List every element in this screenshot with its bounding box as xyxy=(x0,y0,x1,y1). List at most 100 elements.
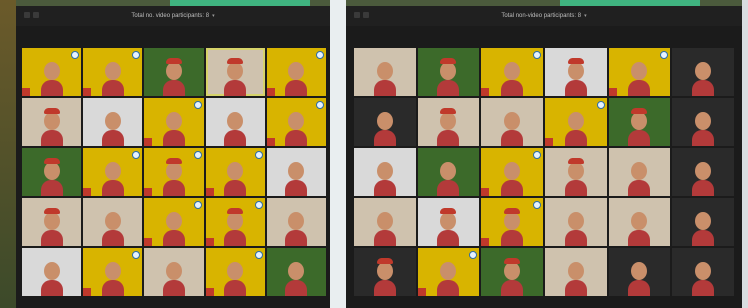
participant-video-tile[interactable] xyxy=(354,48,416,96)
participant-video-tile[interactable] xyxy=(354,198,416,246)
participant-video-tile[interactable] xyxy=(608,148,671,196)
participant-video-tile[interactable] xyxy=(83,148,143,196)
participant-avatar xyxy=(628,262,651,296)
participant-video-tile[interactable] xyxy=(22,198,82,246)
logo-icon xyxy=(316,51,324,59)
participant-video-tile[interactable] xyxy=(417,248,480,296)
logo-icon xyxy=(193,151,202,159)
gift-box-decoration xyxy=(481,188,490,196)
logo-icon xyxy=(132,151,141,159)
participant-video-tile[interactable] xyxy=(144,98,204,146)
participant-video-tile[interactable] xyxy=(22,148,82,196)
participant-video-tile[interactable] xyxy=(205,98,265,146)
participant-video-tile[interactable] xyxy=(354,98,416,146)
participant-video-tile[interactable] xyxy=(354,248,416,296)
participant-video-tile[interactable] xyxy=(672,198,734,246)
participant-video-tile[interactable] xyxy=(608,248,671,296)
window-controls[interactable] xyxy=(24,12,39,18)
participant-video-tile[interactable] xyxy=(417,48,480,96)
head-shape xyxy=(376,112,393,130)
participant-video-tile[interactable] xyxy=(672,48,734,96)
participant-avatar xyxy=(373,112,396,146)
logo-icon xyxy=(533,51,541,59)
chevron-down-icon[interactable]: ▾ xyxy=(212,13,215,19)
participants-count-text: Total no. video participants: 8 xyxy=(131,13,210,19)
participant-avatar xyxy=(40,158,63,196)
head-shape xyxy=(631,162,648,180)
participant-video-tile[interactable] xyxy=(545,198,607,246)
body-shape xyxy=(564,130,587,146)
gift-box-decoration xyxy=(545,138,553,146)
window-controls[interactable] xyxy=(354,12,369,18)
logo-icon xyxy=(660,51,669,59)
participant-video-tile[interactable] xyxy=(266,248,326,296)
participant-avatar xyxy=(40,262,63,296)
body-shape xyxy=(692,230,715,246)
participant-video-tile[interactable] xyxy=(481,98,543,146)
participant-video-tile[interactable] xyxy=(545,248,607,296)
participant-video-tile[interactable] xyxy=(545,98,607,146)
participant-avatar xyxy=(564,112,587,146)
participant-video-tile[interactable] xyxy=(266,48,326,96)
participant-video-tile[interactable] xyxy=(545,148,607,196)
participant-avatar xyxy=(285,162,308,196)
santa-hat-icon xyxy=(43,108,60,114)
participant-video-tile[interactable] xyxy=(608,198,671,246)
participant-video-tile[interactable] xyxy=(205,48,265,96)
body-shape xyxy=(628,180,651,196)
participant-video-tile[interactable] xyxy=(22,248,82,296)
participant-video-tile[interactable] xyxy=(672,98,734,146)
participant-avatar xyxy=(162,212,185,246)
gift-box-decoration xyxy=(144,188,153,196)
participant-video-tile[interactable] xyxy=(144,248,204,296)
participant-video-tile[interactable] xyxy=(83,248,143,296)
participant-video-tile[interactable] xyxy=(144,198,204,246)
participant-video-tile[interactable] xyxy=(481,198,543,246)
participant-video-tile[interactable] xyxy=(545,48,607,96)
window-titlebar: Total no. video participants: 8 ▾ xyxy=(16,6,330,26)
participant-video-tile[interactable] xyxy=(205,248,265,296)
head-shape xyxy=(631,62,648,80)
participant-video-tile[interactable] xyxy=(22,98,82,146)
body-shape xyxy=(285,80,308,96)
participant-avatar xyxy=(101,62,124,96)
body-shape xyxy=(40,130,63,146)
participant-video-tile[interactable] xyxy=(266,198,326,246)
head-shape xyxy=(440,262,457,280)
head-shape xyxy=(165,112,182,130)
participant-video-tile[interactable] xyxy=(83,198,143,246)
participant-video-tile[interactable] xyxy=(83,48,143,96)
body-shape xyxy=(40,180,63,196)
participant-video-tile[interactable] xyxy=(354,148,416,196)
santa-hat-icon xyxy=(504,258,521,264)
background-left-strip xyxy=(0,0,16,308)
participant-video-tile[interactable] xyxy=(144,48,204,96)
gift-box-decoration xyxy=(205,238,214,246)
participant-avatar xyxy=(162,58,185,96)
participant-video-tile[interactable] xyxy=(205,148,265,196)
body-shape xyxy=(285,280,308,296)
participant-video-tile[interactable] xyxy=(481,248,543,296)
participant-video-tile[interactable] xyxy=(608,48,671,96)
participant-video-tile[interactable] xyxy=(417,198,480,246)
participant-video-tile[interactable] xyxy=(608,98,671,146)
participant-video-tile[interactable] xyxy=(266,98,326,146)
participant-avatar xyxy=(437,58,460,96)
participant-video-tile[interactable] xyxy=(83,98,143,146)
participant-video-tile[interactable] xyxy=(417,148,480,196)
chevron-down-icon[interactable]: ▾ xyxy=(584,13,587,19)
participant-avatar xyxy=(285,212,308,246)
participant-video-tile[interactable] xyxy=(22,48,82,96)
participant-video-tile[interactable] xyxy=(672,248,734,296)
participant-video-tile[interactable] xyxy=(205,198,265,246)
participant-video-tile[interactable] xyxy=(266,148,326,196)
participant-video-tile[interactable] xyxy=(481,148,543,196)
body-shape xyxy=(162,230,185,246)
participant-video-tile[interactable] xyxy=(672,148,734,196)
participant-video-tile[interactable] xyxy=(481,48,543,96)
participant-video-tile[interactable] xyxy=(144,148,204,196)
santa-hat-icon xyxy=(376,258,393,264)
body-shape xyxy=(628,230,651,246)
participant-video-tile[interactable] xyxy=(417,98,480,146)
head-shape xyxy=(227,162,244,180)
